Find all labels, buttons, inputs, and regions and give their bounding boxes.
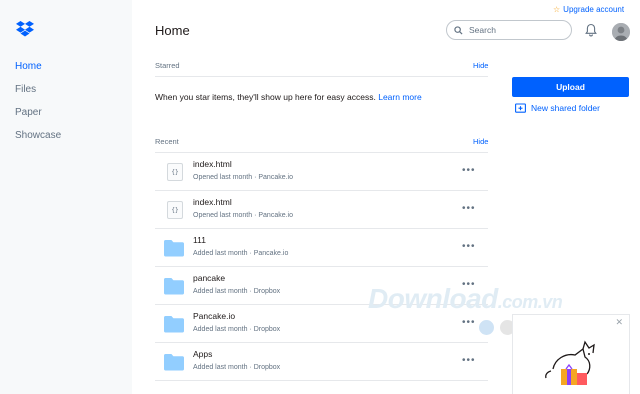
file-meta: Opened last month · Pancake.io bbox=[193, 212, 294, 219]
promo-card: ✕ bbox=[512, 314, 630, 394]
file-name[interactable]: 111 bbox=[193, 235, 206, 245]
folder-icon bbox=[164, 354, 184, 371]
search-icon bbox=[454, 25, 463, 35]
dropbox-logo-icon[interactable] bbox=[16, 21, 34, 37]
sidebar: Home Files Paper Showcase bbox=[0, 0, 132, 394]
recent-hide-link[interactable]: Hide bbox=[473, 137, 488, 146]
upgrade-account-label: Upgrade account bbox=[563, 5, 625, 14]
folder-icon bbox=[164, 240, 184, 257]
sidebar-item-files[interactable]: Files bbox=[15, 84, 36, 95]
file-meta: Added last month · Pancake.io bbox=[193, 250, 289, 257]
more-options-icon[interactable]: ••• bbox=[462, 317, 476, 328]
file-row[interactable]: Apps Added last month · Dropbox ••• bbox=[155, 343, 488, 381]
learn-more-link[interactable]: Learn more bbox=[378, 92, 421, 102]
divider bbox=[155, 380, 488, 381]
search-box[interactable] bbox=[446, 20, 572, 40]
file-name[interactable]: Pancake.io bbox=[193, 311, 235, 321]
starred-hide-link[interactable]: Hide bbox=[473, 61, 488, 70]
starred-empty-text: When you star items, they'll show up her… bbox=[155, 92, 376, 102]
file-meta: Added last month · Dropbox bbox=[193, 364, 281, 371]
file-name[interactable]: index.html bbox=[193, 197, 232, 207]
shared-folder-icon bbox=[515, 103, 526, 113]
new-shared-folder-button[interactable]: New shared folder bbox=[515, 103, 600, 113]
more-options-icon[interactable]: ••• bbox=[462, 355, 476, 366]
code-file-icon: {} bbox=[163, 162, 185, 182]
upgrade-account-link[interactable]: ☆ Upgrade account bbox=[553, 5, 624, 14]
watermark: Download.com.vn bbox=[368, 283, 563, 315]
file-name[interactable]: pancake bbox=[193, 273, 225, 283]
folder-icon bbox=[164, 278, 184, 295]
watermark-suffix: .com.vn bbox=[497, 292, 563, 312]
divider bbox=[155, 76, 488, 77]
page-title: Home bbox=[155, 23, 190, 38]
search-input[interactable] bbox=[467, 24, 567, 36]
file-name[interactable]: index.html bbox=[193, 159, 232, 169]
file-row[interactable]: {} index.html Opened last month · Pancak… bbox=[155, 153, 488, 191]
starred-empty-message: When you star items, they'll show up her… bbox=[155, 92, 422, 102]
starred-section-label: Starred bbox=[155, 61, 180, 70]
sidebar-item-showcase[interactable]: Showcase bbox=[15, 130, 61, 141]
more-options-icon[interactable]: ••• bbox=[462, 165, 476, 176]
user-avatar-icon bbox=[612, 23, 630, 41]
watermark-main: Download bbox=[368, 283, 498, 314]
sidebar-item-home[interactable]: Home bbox=[15, 61, 42, 72]
star-icon: ☆ bbox=[553, 5, 561, 14]
watermark-dot bbox=[479, 320, 494, 335]
upload-button[interactable]: Upload bbox=[512, 77, 629, 97]
more-options-icon[interactable]: ••• bbox=[462, 203, 476, 214]
more-options-icon[interactable]: ••• bbox=[462, 241, 476, 252]
file-row[interactable]: {} index.html Opened last month · Pancak… bbox=[155, 191, 488, 229]
sidebar-item-paper[interactable]: Paper bbox=[15, 107, 42, 118]
code-file-icon: {} bbox=[163, 200, 185, 220]
avatar[interactable] bbox=[612, 23, 630, 41]
folder-icon bbox=[164, 316, 184, 333]
new-shared-folder-label: New shared folder bbox=[531, 103, 600, 113]
file-meta: Opened last month · Pancake.io bbox=[193, 174, 294, 181]
file-meta: Added last month · Dropbox bbox=[193, 326, 281, 333]
recent-section-label: Recent bbox=[155, 137, 179, 146]
bell-icon[interactable] bbox=[585, 23, 597, 37]
close-icon[interactable]: ✕ bbox=[615, 317, 623, 328]
file-row[interactable]: 111 Added last month · Pancake.io ••• bbox=[155, 229, 488, 267]
file-meta: Added last month · Dropbox bbox=[193, 288, 281, 295]
cat-gift-illustration-icon bbox=[545, 340, 595, 385]
file-name[interactable]: Apps bbox=[193, 349, 212, 359]
